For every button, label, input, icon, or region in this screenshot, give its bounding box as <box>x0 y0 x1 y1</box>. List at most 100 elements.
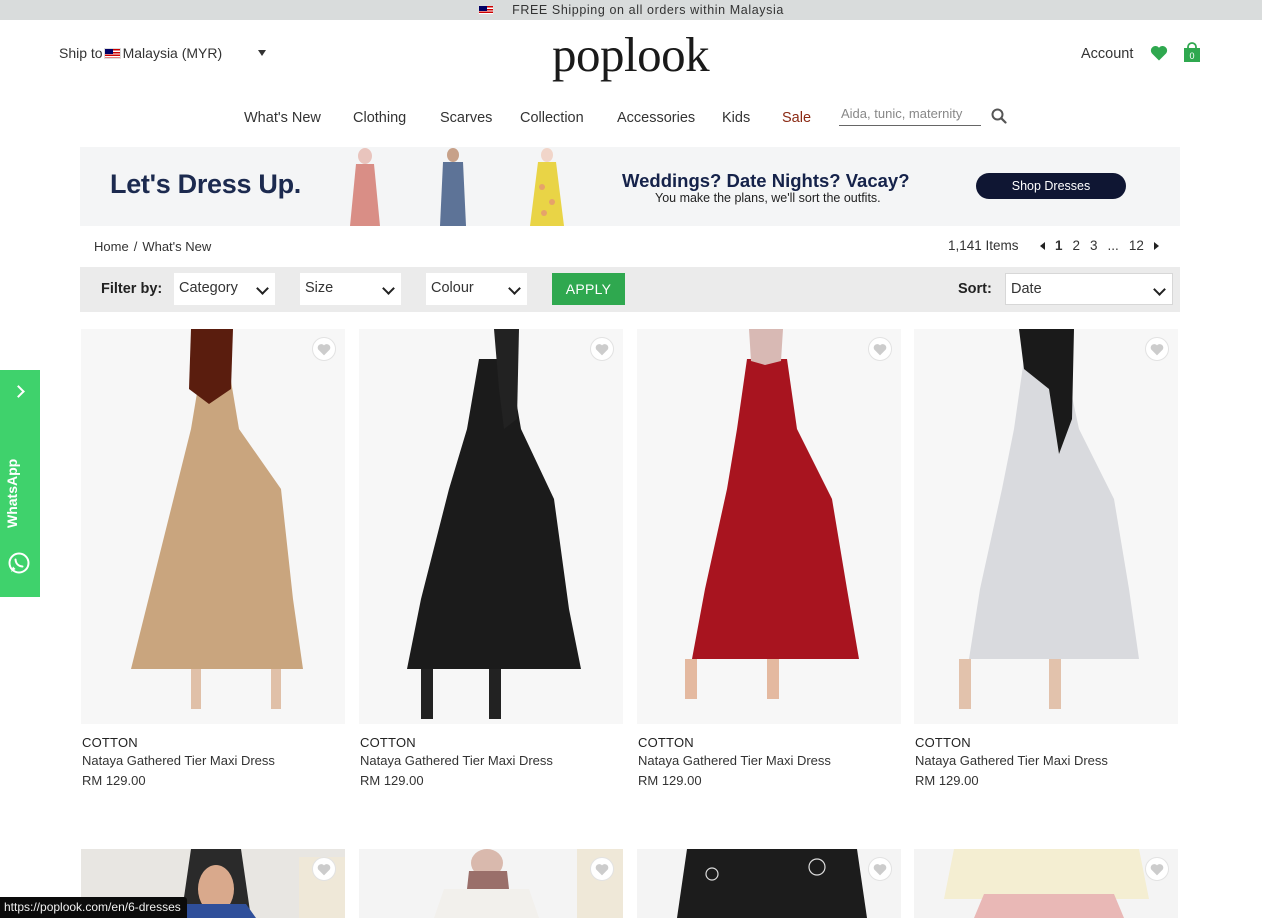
wishlist-button[interactable] <box>312 857 336 881</box>
wishlist-button[interactable] <box>1145 337 1169 361</box>
search-input[interactable]: Aida, tunic, maternity <box>839 104 981 126</box>
page-link[interactable]: 12 <box>1129 238 1144 253</box>
nav-collection[interactable]: Collection <box>520 110 584 126</box>
sort-select-value: Date <box>1011 281 1042 297</box>
dress-shape <box>692 359 859 659</box>
product-name[interactable]: Nataya Gathered Tier Maxi Dress <box>915 753 1108 768</box>
product-photo <box>685 329 859 699</box>
chevron-right-icon[interactable] <box>12 385 25 398</box>
chevron-down-icon <box>382 282 395 295</box>
product-name[interactable]: Nataya Gathered Tier Maxi Dress <box>638 753 831 768</box>
cart-count: 0 <box>1189 51 1194 61</box>
size-select[interactable]: Size <box>300 273 401 305</box>
leg <box>767 659 779 699</box>
browser-status-url: https://poplook.com/en/6-dresses <box>0 897 187 918</box>
wishlist-button[interactable] <box>590 337 614 361</box>
product-price: RM 129.00 <box>915 773 979 788</box>
shipping-announcement-bar: FREE Shipping on all orders within Malay… <box>0 0 1262 20</box>
product-image[interactable] <box>359 329 623 724</box>
nav-clothing[interactable]: Clothing <box>353 110 406 126</box>
filter-label: Filter by: <box>101 281 163 297</box>
page-link[interactable]: 1 <box>1055 238 1063 253</box>
product-card[interactable] <box>914 849 1178 918</box>
scarf-shape <box>749 329 783 365</box>
nav-scarves[interactable]: Scarves <box>440 110 492 126</box>
heart-icon <box>595 343 609 355</box>
shop-dresses-button[interactable]: Shop Dresses <box>976 173 1126 199</box>
malaysia-flag-icon <box>478 5 495 15</box>
heart-icon <box>595 863 609 875</box>
banner-headline: Weddings? Date Nights? Vacay? <box>622 170 910 191</box>
chevron-down-icon <box>256 282 269 295</box>
dress-shape <box>131 369 303 669</box>
category-select[interactable]: Category <box>174 273 275 305</box>
product-card[interactable] <box>359 849 623 918</box>
wishlist-button[interactable] <box>1145 857 1169 881</box>
wishlist-heart-icon[interactable] <box>1150 44 1168 62</box>
ship-to-selector[interactable]: Ship to Malaysia (MYR) <box>59 45 222 61</box>
product-brand: COTTON <box>82 735 138 750</box>
shopping-bag-icon[interactable]: 0 <box>1183 42 1201 63</box>
site-logo[interactable]: poplook <box>552 30 710 79</box>
leg <box>685 659 697 699</box>
heart-icon <box>317 863 331 875</box>
account-link[interactable]: Account <box>1081 46 1133 62</box>
leg <box>191 669 201 709</box>
sort-label: Sort: <box>958 281 992 297</box>
product-photo <box>407 329 581 719</box>
size-select-value: Size <box>305 280 334 296</box>
model-image <box>350 148 380 226</box>
leg <box>271 669 281 709</box>
wishlist-button[interactable] <box>312 337 336 361</box>
nav-whats-new[interactable]: What's New <box>244 110 321 126</box>
chevron-down-icon[interactable] <box>258 50 266 56</box>
product-photo <box>959 329 1139 709</box>
heart-icon <box>873 863 887 875</box>
breadcrumb-current: What's New <box>142 239 212 254</box>
page-ellipsis: ... <box>1107 238 1119 253</box>
product-image[interactable] <box>914 329 1178 724</box>
whatsapp-tab[interactable]: WhatsApp <box>0 370 40 597</box>
colour-select[interactable]: Colour <box>426 273 527 305</box>
wishlist-button[interactable] <box>868 857 892 881</box>
heart-icon <box>873 343 887 355</box>
product-photo <box>677 849 867 918</box>
breadcrumb: Home / What's New <box>94 239 211 254</box>
product-card[interactable] <box>637 849 901 918</box>
product-photo <box>944 849 1149 918</box>
breadcrumb-home[interactable]: Home <box>94 239 129 254</box>
item-count: 1,141 Items <box>948 238 1019 253</box>
nav-kids[interactable]: Kids <box>722 110 750 126</box>
page-link[interactable]: 3 <box>1090 238 1098 253</box>
nav-accessories[interactable]: Accessories <box>617 110 695 126</box>
product-name[interactable]: Nataya Gathered Tier Maxi Dress <box>82 753 275 768</box>
search-icon[interactable] <box>991 108 1007 124</box>
colour-select-value: Colour <box>431 280 474 296</box>
nav-sale[interactable]: Sale <box>782 110 811 126</box>
product-image[interactable] <box>81 329 345 724</box>
heart-icon <box>317 343 331 355</box>
page-link[interactable]: 2 <box>1073 238 1081 253</box>
product-image[interactable] <box>637 329 901 724</box>
product-photo <box>131 329 303 709</box>
sort-select[interactable]: Date <box>1005 273 1173 305</box>
model-image <box>530 148 564 226</box>
banner-title: Let's Dress Up. <box>110 169 301 199</box>
leg <box>1049 659 1061 709</box>
leg <box>489 669 501 719</box>
product-brand: COTTON <box>638 735 694 750</box>
promo-banner[interactable]: Let's Dress Up. Weddings? Date Nights? V… <box>80 147 1180 226</box>
wishlist-button[interactable] <box>868 337 892 361</box>
product-name[interactable]: Nataya Gathered Tier Maxi Dress <box>360 753 553 768</box>
breadcrumb-separator: / <box>133 239 138 254</box>
next-page-icon[interactable] <box>1153 241 1159 250</box>
product-price: RM 129.00 <box>360 773 424 788</box>
apply-filter-button[interactable]: APPLY <box>552 273 625 305</box>
wishlist-button[interactable] <box>590 857 614 881</box>
pagination: 1 2 3 ... 12 <box>1040 238 1159 253</box>
ship-to-label: Ship to <box>59 45 103 61</box>
heart-icon <box>1150 343 1164 355</box>
product-brand: COTTON <box>915 735 971 750</box>
previous-page-icon[interactable] <box>1040 241 1045 250</box>
product-price: RM 129.00 <box>638 773 702 788</box>
